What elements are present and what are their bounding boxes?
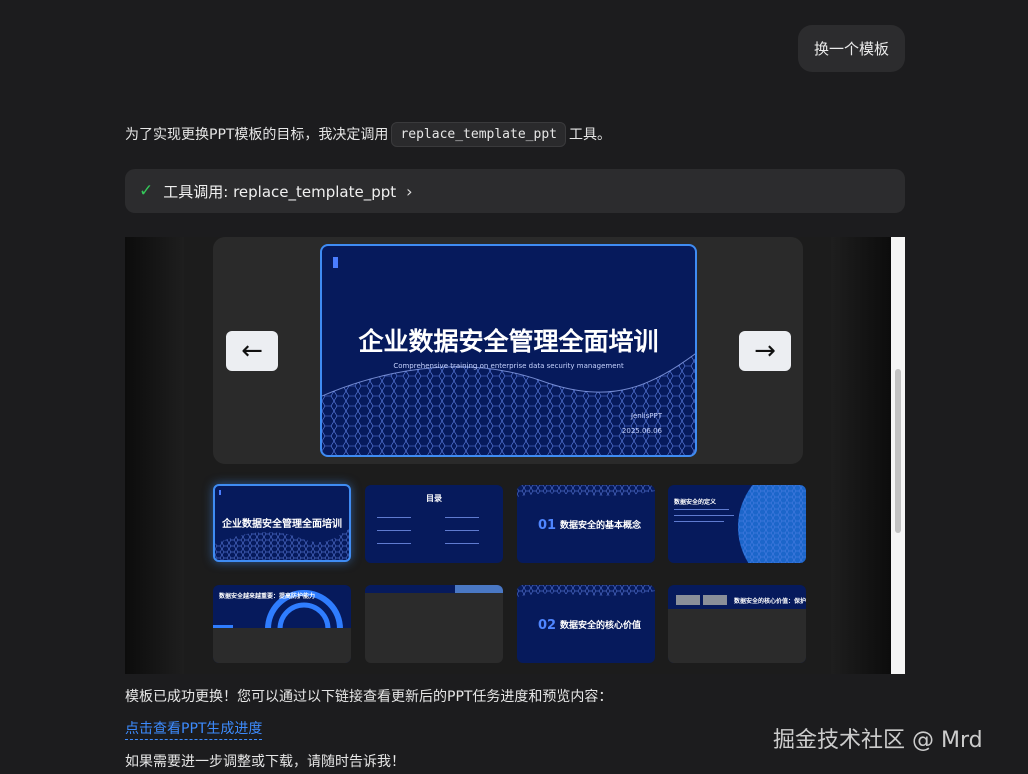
preview-scrollbar[interactable] [891, 237, 905, 674]
result-text: 模板已成功更换！您可以通过以下链接查看更新后的PPT任务进度和预览内容： [125, 689, 613, 705]
slide-thumbnail-4[interactable]: 数据安全的定义 [668, 485, 806, 563]
slide-thumbnail-5[interactable]: 数据安全越来越重要：提高防护能力 [213, 585, 351, 663]
thumb-title: 企业数据安全管理全面培训 [222, 519, 342, 530]
slide-thumbnail-3[interactable]: 01 数据安全的基本概念 [517, 485, 655, 563]
assistant-intro: 为了实现更换PPT模板的目标，我决定调用 replace_template_pp… [125, 120, 611, 148]
slide-thumbnail-8[interactable]: 数据安全的核心价值：保护客户信息 [668, 585, 806, 663]
thumb-unloaded-area [668, 609, 806, 663]
thumb-photo [703, 595, 727, 605]
toc-line [377, 517, 411, 518]
slide-thumbnail-2[interactable]: 目录 [365, 485, 503, 563]
toc-line [377, 530, 411, 531]
thumb-toc-title: 目录 [426, 494, 442, 503]
main-slide: 企业数据安全管理全面培训 Comprehensive training on e… [320, 244, 697, 457]
ppt-preview-frame: ← 企业数据安全管理全面培训 Comprehensive training on… [125, 237, 905, 674]
thumb-section-number: 02 [538, 618, 557, 633]
prev-slide-button[interactable]: ← [226, 331, 278, 371]
thumb-section-label: 数据安全的基本概念 [560, 521, 642, 531]
thumb-unloaded-area [213, 628, 351, 663]
thumb-content-label: 数据安全越来越重要：提高防护能力 [219, 593, 316, 600]
watermark-text: 掘金技术社区 @ Mrd [773, 728, 983, 753]
tool-call-bar[interactable]: ✓ 工具调用: replace_template_ppt › [125, 169, 905, 213]
thumb-photo [676, 595, 700, 605]
slide-thumbnail-6[interactable] [365, 585, 503, 663]
toc-line [445, 530, 479, 531]
slide-thumbnail-1[interactable]: 企业数据安全管理全面培训 [213, 484, 351, 562]
preview-right-shade [831, 237, 891, 674]
thumb-content-label: 数据安全的定义 [674, 499, 717, 506]
ppt-progress-link[interactable]: 点击查看PPT生成进度 [125, 718, 263, 740]
main-slide-subtitle: Comprehensive training on enterprise dat… [393, 362, 624, 370]
tool-call-label: 工具调用: replace_template_ppt [163, 182, 397, 201]
next-slide-button[interactable]: → [739, 331, 791, 371]
intro-code: replace_template_ppt [391, 121, 566, 147]
thumb-content-label: 数据安全的核心价值：保护客户信息 [734, 598, 806, 605]
intro-text-before: 为了实现更换PPT模板的目标，我决定调用 [125, 127, 389, 143]
chevron-right-icon[interactable]: › [406, 182, 412, 201]
thumb-section-label: 数据安全的核心价值 [560, 621, 642, 631]
check-icon: ✓ [139, 181, 154, 201]
main-slide-panel: ← 企业数据安全管理全面培训 Comprehensive training on… [213, 237, 803, 464]
main-slide-title: 企业数据安全管理全面培训 [358, 327, 659, 356]
preview-content: ← 企业数据安全管理全面培训 Comprehensive training on… [184, 237, 831, 674]
intro-text-after: 工具。 [568, 127, 611, 143]
slide-corner-mark [333, 257, 338, 268]
followup-text: 如果需要进一步调整或下载，请随时告诉我！ [125, 754, 405, 770]
toc-line [445, 517, 479, 518]
user-message-text: 换一个模板 [813, 40, 889, 58]
thumb-section-number: 01 [538, 518, 557, 533]
toc-line [445, 543, 479, 544]
scrollbar-thumb[interactable] [895, 369, 901, 533]
slide-thumbnail-7[interactable]: 02 数据安全的核心价值 [517, 585, 655, 663]
user-message-bubble: 换一个模板 [798, 25, 905, 72]
thumb-image-strip [455, 585, 503, 593]
toc-line [377, 543, 411, 544]
preview-left-shade [125, 237, 184, 674]
main-slide-date: 2025.06.06 [621, 427, 662, 435]
main-slide-brand: JenlisPPT [630, 412, 662, 420]
